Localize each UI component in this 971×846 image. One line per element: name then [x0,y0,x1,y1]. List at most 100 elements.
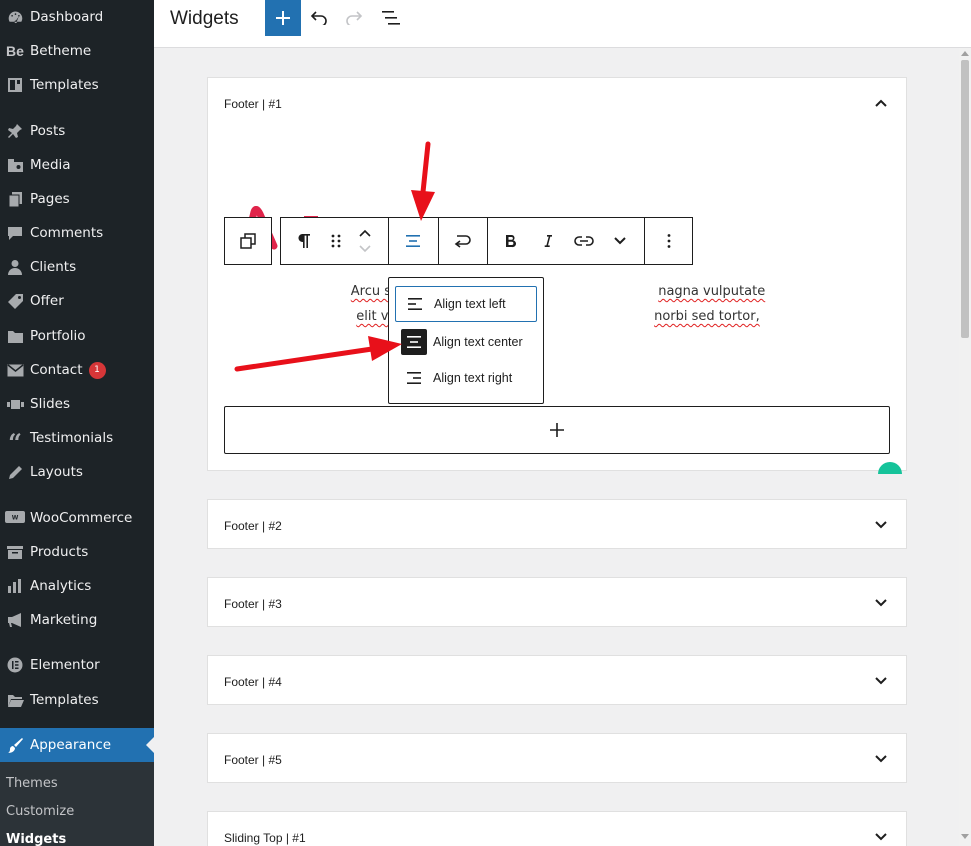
undo-button[interactable] [307,6,331,30]
sidebar-item-contact[interactable]: Contact 1 [0,355,154,385]
pages-icon [0,191,30,207]
expand-toggle[interactable] [874,518,888,532]
sidebar-item-layouts[interactable]: Layouts [0,457,154,487]
duplicate-blocks-icon [240,233,256,249]
paintbrush-icon [0,737,30,754]
expand-toggle[interactable] [874,752,888,766]
transform-button[interactable] [439,218,487,264]
page-title: Widgets [170,8,239,29]
drag-handle-icon [331,234,341,248]
sidebar-item-label: Products [30,544,89,560]
more-formatting-button[interactable] [607,218,633,264]
sidebar-item-comments[interactable]: Comments [0,218,154,248]
paragraph-text-line2-right: norbi sed tortor, [654,309,760,324]
move-up-button[interactable] [353,226,377,240]
scroll-up-arrow-icon[interactable] [961,51,969,56]
block-switcher-button[interactable] [225,218,271,264]
expand-toggle[interactable] [874,596,888,610]
align-left-icon [396,295,434,313]
widget-area-sliding-top-1[interactable]: Sliding Top | #1 [207,811,907,846]
media-icon [0,157,30,173]
sidebar-item-label: Offer [30,293,64,309]
block-appender-button[interactable] [224,406,890,454]
sidebar-item-posts[interactable]: Posts [0,116,154,146]
bar-chart-icon [0,578,30,594]
align-center-icon [406,235,420,247]
submenu-item-customize[interactable]: Customize [6,804,74,819]
grammarly-icon[interactable] [878,462,902,474]
sidebar-item-label: Layouts [30,464,83,480]
align-text-left-option[interactable]: Align text left [395,286,537,322]
folder-open-icon [0,693,30,708]
sidebar-item-label: Testimonials [30,430,114,446]
sidebar-item-label: Pages [30,191,70,207]
chevron-down-icon [875,755,887,763]
pencil-icon [0,465,30,480]
submenu-item-themes[interactable]: Themes [6,776,58,791]
bold-button[interactable] [499,218,523,264]
widget-area-title: Footer | #2 [224,519,282,533]
sidebar-item-marketing[interactable]: Marketing [0,605,154,635]
sidebar-item-woocommerce[interactable]: W WooCommerce [0,503,154,533]
sidebar-item-label: Templates [30,692,99,708]
sidebar-item-slides[interactable]: Slides [0,389,154,419]
collapse-toggle[interactable] [874,96,888,110]
pin-icon [0,123,30,139]
add-block-button[interactable] [265,0,301,36]
drag-handle[interactable] [325,218,347,264]
sidebar-item-offer[interactable]: Offer [0,286,154,316]
block-options-button[interactable] [645,218,693,264]
move-down-button[interactable] [353,242,377,256]
paragraph-block[interactable]: Arcu sit venenatis lacinnagna vulputate … [228,279,888,354]
chevron-down-icon [875,677,887,685]
sidebar-item-appearance[interactable]: Appearance [0,728,154,762]
sidebar-item-dashboard[interactable]: Dashboard [0,2,154,32]
sidebar-item-templates[interactable]: Templates [0,70,154,100]
chevron-up-icon [359,229,371,237]
expand-toggle[interactable] [874,674,888,688]
sidebar-item-testimonials[interactable]: “ Testimonials [0,423,154,455]
redo-button[interactable] [342,6,366,30]
sidebar-item-label: Dashboard [30,9,104,25]
sidebar-item-label: Media [30,157,71,173]
scroll-down-arrow-icon[interactable] [961,834,969,839]
scrollbar-thumb[interactable] [961,60,969,338]
sidebar-item-pages[interactable]: Pages [0,184,154,214]
sidebar-item-elementor[interactable]: Elementor [0,650,154,680]
italic-icon [544,235,552,247]
scrollbar[interactable] [959,48,971,846]
link-button[interactable] [571,218,597,264]
widget-area-footer-4[interactable]: Footer | #4 [207,655,907,705]
sidebar-item-betheme[interactable]: Be Betheme [0,36,154,66]
sidebar-item-products[interactable]: Products [0,537,154,567]
align-text-center-option[interactable]: Align text center [395,324,537,360]
sidebar-item-label: Appearance [30,737,112,753]
sidebar-item-portfolio[interactable]: Portfolio [0,321,154,351]
submenu-item-widgets[interactable]: Widgets [6,832,66,846]
paragraph-block-button[interactable] [281,218,327,264]
widget-area-title: Footer | #4 [224,675,282,689]
list-view-button[interactable] [379,6,403,30]
plus-icon [550,423,564,437]
align-text-right-option[interactable]: Align text right [395,360,537,396]
redo-icon [346,11,363,25]
sidebar-item-analytics[interactable]: Analytics [0,571,154,601]
paragraph-text-line1-right: nagna vulputate [658,284,766,299]
align-text-button[interactable] [389,218,437,264]
sidebar-item-templates-2[interactable]: Templates [0,685,154,715]
sidebar-item-media[interactable]: Media [0,150,154,180]
chevron-up-icon [875,99,887,107]
align-right-icon [395,369,433,387]
folder-icon [0,329,30,344]
loop-arrow-icon [454,235,471,248]
admin-sidebar: Dashboard Be Betheme Templates Posts Med… [0,0,154,846]
italic-button[interactable] [536,218,560,264]
widget-area-footer-5[interactable]: Footer | #5 [207,733,907,783]
widget-area-footer-3[interactable]: Footer | #3 [207,577,907,627]
widget-area-footer-2[interactable]: Footer | #2 [207,499,907,549]
sidebar-item-clients[interactable]: Clients [0,252,154,282]
widget-area-title: Footer | #3 [224,597,282,611]
mail-icon [0,363,30,377]
widget-area-title[interactable]: Footer | #1 [224,97,282,111]
expand-toggle[interactable] [874,830,888,844]
